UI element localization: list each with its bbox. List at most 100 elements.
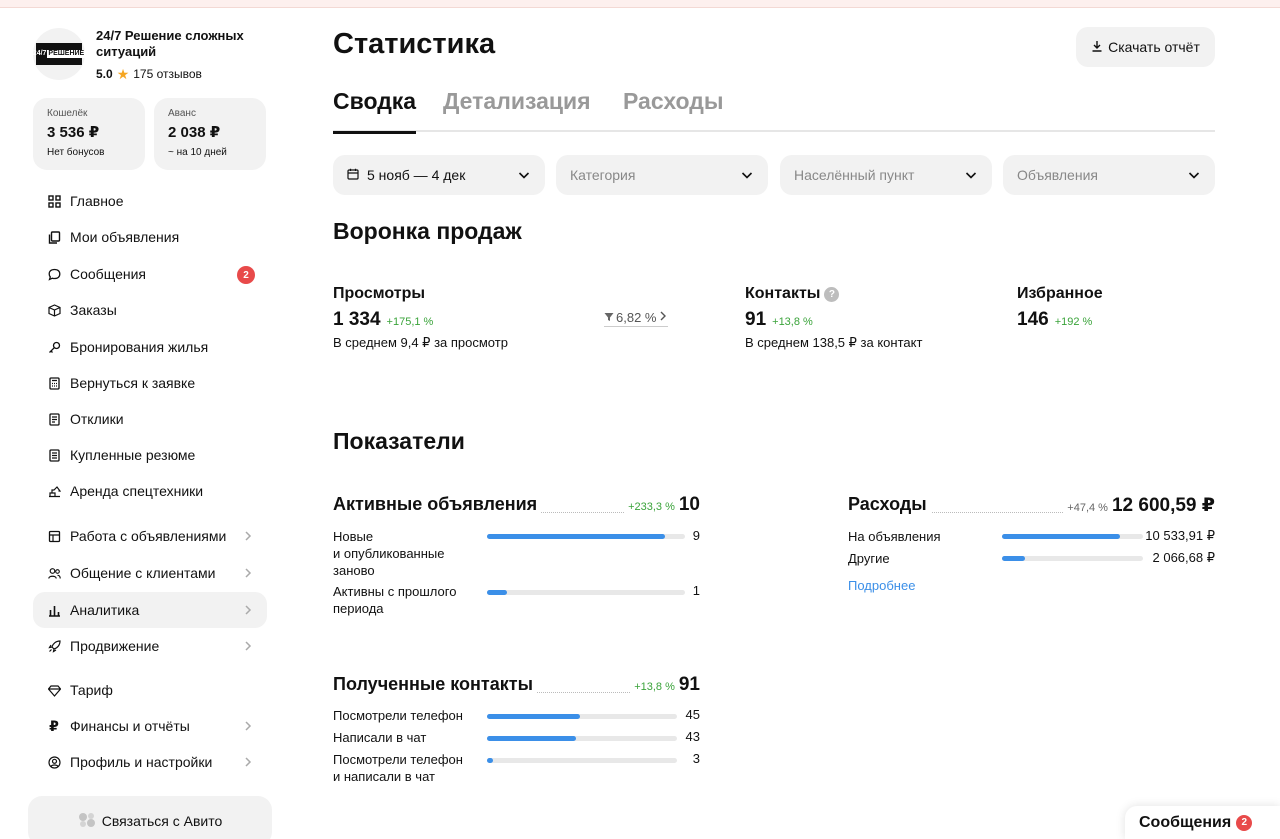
wallet-title: Кошелёк bbox=[47, 108, 88, 119]
funnel-views: Просмотры 1 334 +175,1 % В среднем 9,4 ₽ … bbox=[333, 284, 508, 351]
advance-card[interactable]: Аванс 2 038 ₽ ~ на 10 дней bbox=[154, 98, 266, 170]
sidebar-item-machinery-rent[interactable]: Аренда спецтехники bbox=[33, 473, 267, 509]
chevron-right-icon bbox=[245, 568, 252, 578]
sidebar-item-label: Работа с объявлениями bbox=[70, 528, 227, 544]
users-icon bbox=[47, 566, 61, 580]
sidebar-item-bought-resumes[interactable]: Купленные резюме bbox=[33, 437, 267, 473]
sidebar-item-profile-settings[interactable]: Профиль и настройки bbox=[33, 744, 267, 780]
received-contacts-value: 91 bbox=[678, 674, 700, 695]
chevron-right-icon bbox=[658, 310, 668, 325]
progress-bar bbox=[487, 590, 685, 595]
sidebar-item-label: Тариф bbox=[70, 682, 113, 698]
page-title: Статистика bbox=[333, 28, 496, 60]
messages-floating-tab[interactable]: Сообщения 2 bbox=[1125, 806, 1280, 839]
active-ads-row-value: 1 bbox=[692, 583, 700, 598]
key-icon bbox=[47, 340, 61, 354]
sidebar-item-label: Профиль и настройки bbox=[70, 754, 213, 770]
sidebar-item-main[interactable]: Главное bbox=[33, 183, 267, 219]
ads-select[interactable]: Объявления bbox=[1003, 155, 1215, 195]
help-icon[interactable]: ? bbox=[824, 286, 840, 302]
progress-bar bbox=[1002, 534, 1143, 539]
sidebar-item-label: Главное bbox=[70, 193, 124, 209]
expenses-block: Расходы +47,4 % 12 600,59 ₽ На объявления… bbox=[848, 494, 1215, 604]
advance-value: 2 038 ₽ bbox=[168, 124, 221, 141]
sidebar-item-ads-work[interactable]: Работа с объявлениями bbox=[33, 518, 267, 554]
tab-details[interactable]: Детализация bbox=[443, 88, 591, 132]
copy-icon bbox=[47, 230, 61, 244]
city-select[interactable]: Населённый пункт bbox=[780, 155, 992, 195]
progress-bar bbox=[487, 534, 685, 539]
sidebar-item-label: Бронирования жилья bbox=[70, 339, 209, 355]
sidebar-item-messages[interactable]: Сообщения 2 bbox=[33, 256, 267, 292]
sidebar-item-promotion[interactable]: Продвижение bbox=[33, 628, 267, 664]
conversion-link[interactable]: 6,82 % bbox=[604, 310, 669, 327]
received-contacts-pct: +13,8 % bbox=[634, 681, 675, 693]
expenses-more-link[interactable]: Подробнее bbox=[848, 578, 915, 593]
sidebar-item-label: Мои объявления bbox=[70, 229, 180, 245]
chevron-down-icon bbox=[518, 172, 530, 179]
received-contacts-title: Полученные контакты bbox=[333, 674, 537, 695]
sidebar-item-finance[interactable]: ₽ Финансы и отчёты bbox=[33, 708, 267, 744]
profile-rating[interactable]: 5.0 ★ 175 отзывов bbox=[96, 67, 202, 81]
sidebar-item-bookings[interactable]: Бронирования жилья bbox=[33, 329, 267, 365]
contact-avito-label: Связаться с Авито bbox=[101, 813, 223, 829]
sidebar-item-label: Общение с клиентами bbox=[70, 565, 216, 581]
download-label: Скачать отчёт bbox=[1108, 39, 1200, 55]
layout-icon bbox=[47, 529, 61, 543]
progress-bar bbox=[487, 758, 677, 763]
sidebar-item-clients[interactable]: Общение с клиентами bbox=[33, 555, 267, 591]
calendar-icon bbox=[347, 167, 359, 183]
expenses-row-label: Другие bbox=[848, 551, 890, 566]
tabs: Сводка Детализация Расходы bbox=[333, 88, 1215, 134]
sidebar-item-tariff[interactable]: Тариф bbox=[33, 672, 267, 708]
sidebar-item-analytics[interactable]: Аналитика bbox=[33, 592, 267, 628]
diamond-icon bbox=[47, 683, 61, 697]
indicators-title: Показатели bbox=[333, 428, 465, 454]
tab-summary[interactable]: Сводка bbox=[333, 88, 417, 134]
funnel-title: Воронка продаж bbox=[333, 218, 522, 244]
active-ads-row-value: 9 bbox=[692, 528, 700, 543]
views-title: Просмотры bbox=[333, 285, 426, 302]
sidebar-item-my-ads[interactable]: Мои объявления bbox=[33, 219, 267, 255]
funnel-filter-icon bbox=[604, 310, 614, 325]
ads-placeholder: Объявления bbox=[1017, 167, 1098, 183]
wallets: Кошелёк 3 536 ₽ Нет бонусов Аванс 2 038 … bbox=[33, 98, 267, 170]
progress-fill bbox=[487, 534, 666, 539]
chevron-right-icon bbox=[245, 757, 252, 767]
city-placeholder: Населённый пункт bbox=[794, 167, 915, 183]
expenses-title: Расходы bbox=[848, 494, 931, 515]
resume-icon bbox=[47, 448, 61, 462]
sidebar-item-orders[interactable]: Заказы bbox=[33, 292, 267, 328]
progress-fill bbox=[487, 714, 581, 719]
rating-value: 5.0 bbox=[96, 67, 113, 81]
category-placeholder: Категория bbox=[570, 167, 636, 183]
chevron-right-icon bbox=[245, 641, 252, 651]
expenses-pct: +47,4 % bbox=[1067, 502, 1108, 514]
period-select[interactable]: 5 нояб — 4 дек bbox=[333, 155, 545, 195]
progress-fill bbox=[1002, 534, 1121, 539]
contacts-row-value: 43 bbox=[685, 729, 700, 744]
favorites-value: 146 bbox=[1017, 309, 1049, 330]
expenses-row-label: На объявления bbox=[848, 529, 941, 544]
category-select[interactable]: Категория bbox=[556, 155, 768, 195]
contact-avito-button[interactable]: Связаться с Авито bbox=[28, 796, 272, 839]
funnel-contacts: Контакты? 91 +13,8 % В среднем 138,5 ₽ за… bbox=[745, 284, 922, 351]
funnel-favorites: Избранное 146 +192 % bbox=[1017, 284, 1103, 331]
active-ads-value: 10 bbox=[678, 494, 700, 515]
advance-title: Аванс bbox=[168, 108, 196, 119]
views-pct: +175,1 % bbox=[386, 316, 434, 328]
chevron-right-icon bbox=[245, 531, 252, 541]
active-ads-title: Активные объявления bbox=[333, 494, 542, 515]
tab-expenses[interactable]: Расходы bbox=[623, 88, 724, 132]
download-report-button[interactable]: Скачать отчёт bbox=[1076, 27, 1215, 67]
progress-fill bbox=[487, 590, 507, 595]
progress-fill bbox=[487, 736, 577, 741]
sidebar-item-return-request[interactable]: Вернуться к заявке bbox=[33, 365, 267, 401]
user-circle-icon bbox=[47, 755, 61, 769]
chat-bubble-icon bbox=[47, 267, 61, 281]
profile-card[interactable]: 24/7 РЕШЕНИЕ 24/7 Решение сложных ситуаци… bbox=[33, 28, 293, 88]
sidebar: 24/7 РЕШЕНИЕ 24/7 Решение сложных ситуаци… bbox=[0, 8, 300, 839]
wallet-card[interactable]: Кошелёк 3 536 ₽ Нет бонусов bbox=[33, 98, 145, 170]
sidebar-item-label: Аренда спецтехники bbox=[70, 483, 204, 499]
sidebar-item-responses[interactable]: Отклики bbox=[33, 401, 267, 437]
